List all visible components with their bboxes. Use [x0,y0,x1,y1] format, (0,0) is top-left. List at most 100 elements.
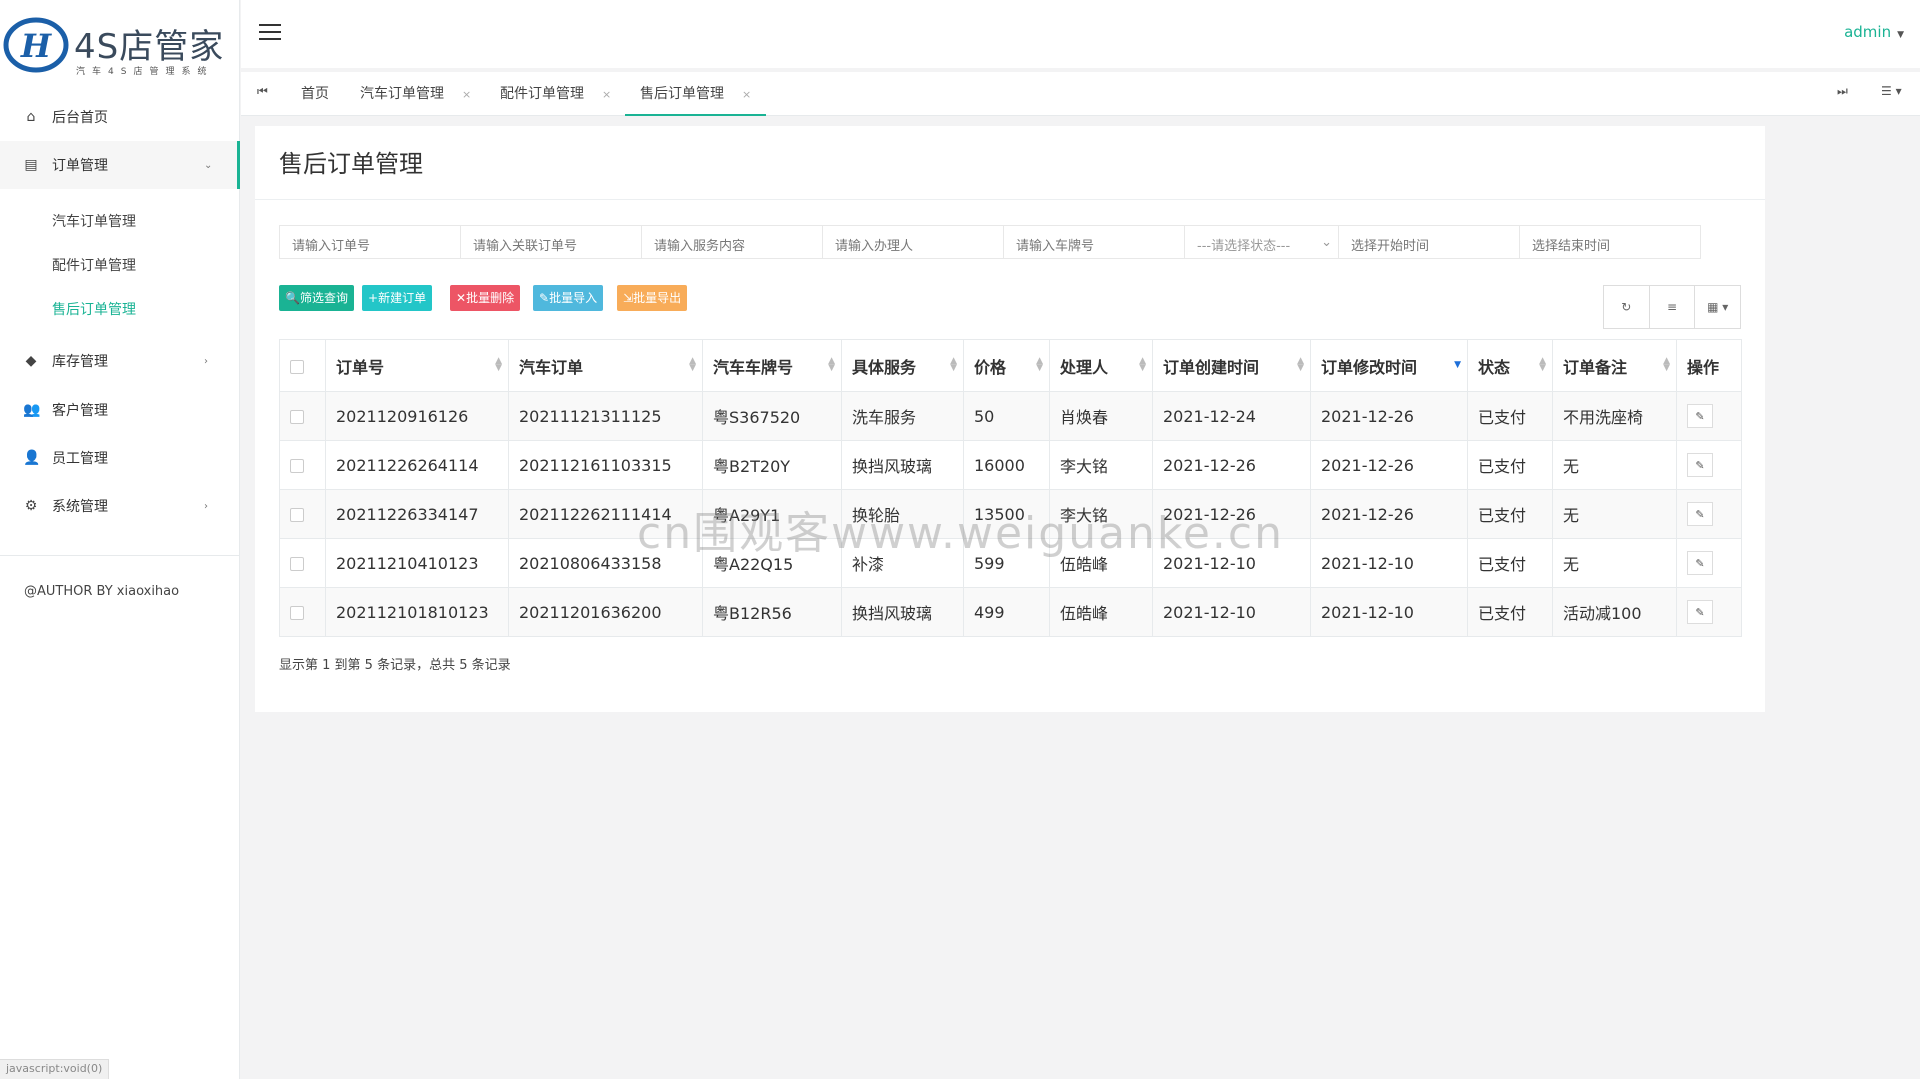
edit-icon[interactable]: ✎ [1687,502,1713,526]
author-credit: @AUTHOR BY xiaoxihao [24,584,180,599]
gear-icon: ⚙ [24,498,38,514]
start-date-input[interactable]: 选择开始时间 [1338,225,1520,259]
row-checkbox[interactable] [290,410,304,424]
table-cell: 不用洗座椅 [1552,391,1677,441]
tab-label: 汽车订单管理 [360,86,444,102]
chevron-right-icon: › [204,355,208,367]
close-icon[interactable]: × [742,88,751,101]
main-panel: 售后订单管理 请输入订单号 请输入关联订单号 请输入服务内容 请输入办理人 请输… [255,126,1765,712]
col-service[interactable]: 具体服务 ▲ ▼ [841,339,964,392]
refresh-icon[interactable]: ↻ [1604,286,1650,328]
col-plate[interactable]: 汽车车牌号 ▲ ▼ [702,339,842,392]
user-icon: 👤 [23,450,41,466]
tabs-scroll-left-icon[interactable]: ⏮ [257,84,268,99]
sidebar-item-label: 后台首页 [52,110,108,126]
sort-icon: ▲ ▼ [1036,356,1043,373]
sidebar-item-orders[interactable]: ▤ 订单管理 ⌄ [0,141,240,189]
col-actions: 操作 [1676,339,1742,392]
table-cell: 2021-12-26 [1152,489,1311,539]
sidebar: H 4S店管家 汽车4S店管理系统 ⌂ 后台首页 ▤ 订单管理 ⌄ 汽车订单管理… [0,0,240,1079]
row-checkbox[interactable] [290,508,304,522]
col-label: 汽车车牌号 [713,357,794,377]
status-select[interactable]: ---请选择状态--- ⌄ [1184,225,1339,259]
columns-icon[interactable]: ▦ ▾ [1695,286,1740,328]
row-checkbox[interactable] [290,459,304,473]
svg-text:H: H [20,27,53,65]
menu-toggle-icon[interactable] [259,24,281,42]
sidebar-item-dashboard[interactable]: ⌂ 后台首页 [0,93,240,141]
table-cell: 599 [963,538,1050,588]
col-remark[interactable]: 订单备注 ▲ ▼ [1552,339,1677,392]
tabs-scroll-right-icon[interactable]: ⏭ [1837,84,1848,99]
brand-title: 4S店管家 [74,27,225,67]
tab-aftersales-orders[interactable]: 售后订单管理 × [625,72,767,116]
add-order-button[interactable]: +新建订单 [362,285,433,311]
sort-icon: ▲ ▼ [495,356,502,373]
page-tabs: ⏮ 首页 汽车订单管理 × 配件订单管理 × 售后订单管理 × ⏭ ☰ ▾ [241,72,1920,116]
filter-query-button[interactable]: 🔍筛选查询 [279,285,354,311]
sidebar-item-inventory[interactable]: ◆ 库存管理 › [0,337,240,385]
sidebar-item-label: 库存管理 [52,354,108,370]
table-cell: 粤B2T20Y [702,440,842,490]
logo-mark-icon: H [3,17,69,73]
tabs-options-icon[interactable]: ☰ ▾ [1881,84,1902,98]
sidebar-item-system[interactable]: ⚙ 系统管理 › [0,482,240,530]
col-label: 订单备注 [1563,357,1628,377]
table-cell: 伍皓峰 [1049,587,1153,637]
toggle-view-icon[interactable]: ≡ [1650,286,1696,328]
batch-export-button[interactable]: ⇲批量导出 [617,285,688,311]
end-date-input[interactable]: 选择结束时间 [1519,225,1701,259]
close-icon[interactable]: × [462,88,471,101]
table-cell: 2021-12-10 [1310,587,1468,637]
edit-icon[interactable]: ✎ [1687,453,1713,477]
sidebar-subitem-car-orders[interactable]: 汽车订单管理 [52,211,136,231]
row-select-cell [279,587,326,637]
brand-logo[interactable]: H 4S店管家 汽车4S店管理系统 [0,0,239,92]
order-number-input[interactable]: 请输入订单号 [279,225,461,259]
sidebar-subitem-parts-orders[interactable]: 配件订单管理 [52,255,136,275]
pagination-info: 显示第 1 到第 5 条记录，总共 5 条记录 [279,658,511,673]
batch-delete-button[interactable]: ✕批量删除 [450,285,521,311]
users-icon: 👥 [23,402,41,418]
status-bar-url: javascript:void(0) [0,1059,110,1079]
close-icon[interactable]: × [602,88,611,101]
handler-input[interactable]: 请输入办理人 [822,225,1004,259]
col-order-no[interactable]: 订单号 ▲ ▼ [325,339,509,392]
col-status[interactable]: 状态 ▲ ▼ [1467,339,1553,392]
sidebar-item-customers[interactable]: 👥 客户管理 [0,386,240,434]
user-menu[interactable]: admin ▼ [1844,23,1904,41]
plate-input[interactable]: 请输入车牌号 [1003,225,1185,259]
col-label: 汽车订单 [519,357,584,377]
tab-label: 售后订单管理 [640,86,724,102]
tab-car-orders[interactable]: 汽车订单管理 × [360,72,471,116]
table-cell: 换轮胎 [841,489,964,539]
sidebar-subitem-aftersales-orders[interactable]: 售后订单管理 [52,299,136,319]
table-cell: 粤S367520 [702,391,842,441]
edit-icon[interactable]: ✎ [1687,404,1713,428]
edit-icon[interactable]: ✎ [1687,551,1713,575]
select-all-checkbox[interactable] [290,359,304,374]
table-cell: 粤B12R56 [702,587,842,637]
table-row: 20211210410123 20210806433158 粤A22Q15 补漆 599… [279,538,1742,588]
tab-parts-orders[interactable]: 配件订单管理 × [500,72,611,116]
col-label: 状态 [1478,357,1511,377]
col-created[interactable]: 订单创建时间 ▲ ▼ [1152,339,1311,392]
table-cell: 已支付 [1467,587,1553,637]
row-checkbox[interactable] [290,557,304,571]
row-checkbox[interactable] [290,606,304,620]
col-modified[interactable]: 订单修改时间 ▼ [1310,339,1468,392]
col-handler[interactable]: 处理人 ▲ ▼ [1049,339,1153,392]
related-order-input[interactable]: 请输入关联订单号 [460,225,642,259]
sort-icon: ▲ ▼ [950,356,957,373]
col-price[interactable]: 价格 ▲ ▼ [963,339,1050,392]
top-header: admin ▼ [241,0,1920,68]
orders-table: 订单号 ▲ ▼ 汽车订单 ▲ ▼ 汽车车牌号 ▲ ▼ 具体服务 ▲ ▼ 价格 ▲ ▼ 处理人 ▲ ▼ 订… [279,339,1742,637]
batch-import-button[interactable]: ✎批量导入 [533,285,604,311]
table-cell: 2021-12-26 [1310,391,1468,441]
table-cell: 20211201636200 [508,587,703,637]
edit-icon[interactable]: ✎ [1687,600,1713,624]
sidebar-item-staff[interactable]: 👤 员工管理 [0,434,240,482]
tab-home[interactable]: 首页 [301,72,329,116]
col-car-order[interactable]: 汽车订单 ▲ ▼ [508,339,703,392]
service-input[interactable]: 请输入服务内容 [641,225,823,259]
